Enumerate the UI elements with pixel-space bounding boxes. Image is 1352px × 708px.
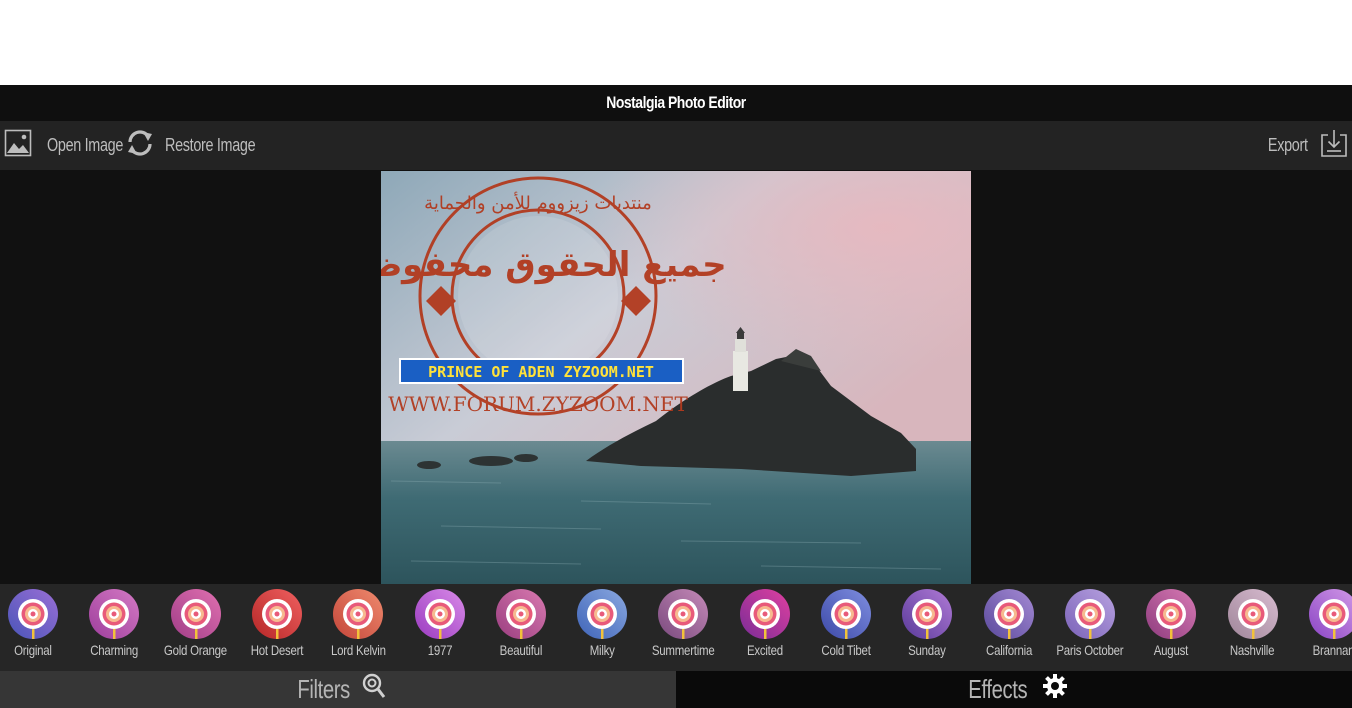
app-title-bar: Nostalgia Photo Editor [0, 85, 1352, 121]
lollipop-icon [414, 589, 465, 639]
stamp-arabic-top: منتديات زيزووم للأمن والحماية [424, 192, 652, 214]
filter-item[interactable]: California [968, 584, 1050, 671]
lollipop-icon [739, 589, 790, 639]
bottom-tabs: Filters Effects [0, 671, 1352, 708]
filter-item[interactable]: Sunday [886, 584, 968, 671]
lollipop-icon [362, 673, 386, 706]
filter-item[interactable]: Nashville [1212, 584, 1294, 671]
toolbar: Open Image Restore Image Export [0, 121, 1352, 170]
canvas-area: جميع الحقوق محفوظة منتديات زيزووم للأمن … [0, 170, 1352, 584]
lollipop-icon [821, 589, 871, 639]
filter-item[interactable]: Milky [561, 584, 643, 671]
lollipop-icon [333, 589, 384, 639]
open-image-button[interactable]: Open Image [4, 121, 142, 170]
download-icon [1320, 128, 1348, 163]
export-button[interactable]: Export [1258, 121, 1348, 170]
filter-label: Summertime [652, 642, 715, 658]
refresh-icon [126, 129, 154, 162]
filter-item[interactable]: Charming [73, 584, 155, 671]
lollipop-icon [495, 589, 546, 639]
filter-label: Brannan [1312, 642, 1352, 658]
filter-label: 1977 [427, 642, 452, 658]
tab-filters-label: Filters [297, 674, 351, 704]
open-image-label: Open Image [47, 135, 124, 155]
filter-label: August [1154, 642, 1189, 658]
tab-effects-label: Effects [968, 674, 1028, 704]
filter-item[interactable]: Original [0, 584, 74, 671]
filter-item[interactable]: Beautiful [480, 584, 562, 671]
gear-icon [1042, 673, 1068, 706]
filter-label: Milky [589, 642, 615, 658]
filter-item[interactable]: Brannan [1293, 584, 1352, 671]
filter-strip: Original Charming Gold Orange Hot Desert Lor… [0, 584, 1352, 671]
photo-scene: جميع الحقوق محفوظة منتديات زيزووم للأمن … [381, 171, 971, 584]
restore-image-label: Restore Image [165, 135, 256, 155]
filter-label: Sunday [908, 642, 947, 658]
filter-item[interactable]: Cold Tibet [805, 584, 887, 671]
filter-label: Paris October [1056, 642, 1124, 658]
lollipop-icon [1146, 589, 1197, 639]
filter-item[interactable]: Gold Orange [155, 584, 237, 671]
stamp-url: WWW.FORUM.ZYZOOM.NET [388, 392, 688, 416]
lollipop-icon [89, 589, 140, 639]
filter-label: Cold Tibet [821, 642, 871, 658]
filter-label: Charming [90, 642, 139, 658]
filter-label: Gold Orange [164, 642, 228, 658]
restore-image-button[interactable]: Restore Image [126, 121, 278, 170]
filter-item[interactable]: Hot Desert [236, 584, 318, 671]
filter-label: Lord Kelvin [330, 642, 386, 658]
lollipop-icon [251, 589, 302, 639]
lollipop-icon [1064, 589, 1115, 639]
lollipop-icon [577, 589, 628, 639]
tab-filters[interactable]: Filters [0, 671, 676, 708]
filter-item[interactable]: Excited [724, 584, 806, 671]
filter-item[interactable]: August [1130, 584, 1212, 671]
filter-label: Original [14, 642, 52, 658]
filter-label: Hot Desert [250, 642, 304, 658]
lollipop-icon [902, 589, 953, 639]
filter-item[interactable]: Paris October [1049, 584, 1131, 671]
filter-label: Nashville [1230, 642, 1275, 658]
lollipop-icon [983, 589, 1034, 639]
lollipop-icon [1227, 589, 1278, 639]
filter-label: Beautiful [499, 642, 543, 658]
filter-item[interactable]: Summertime [642, 584, 724, 671]
lollipop-icon [658, 589, 709, 639]
filter-label: California [985, 642, 1032, 658]
stamp-arabic-center: جميع الحقوق محفوظة [381, 245, 727, 285]
lollipop-icon [8, 589, 58, 639]
image-icon [4, 129, 32, 162]
lollipop-icon [170, 589, 221, 639]
filter-item[interactable]: 1977 [399, 584, 481, 671]
export-label: Export [1268, 135, 1308, 155]
tab-effects[interactable]: Effects [676, 671, 1352, 708]
lollipop-icon [1308, 589, 1352, 639]
filter-label: Excited [746, 642, 783, 658]
filter-item[interactable]: Lord Kelvin [317, 584, 399, 671]
stamp-banner: PRINCE OF ADEN ZYZOOM.NET [428, 363, 654, 381]
app-title: Nostalgia Photo Editor [606, 93, 746, 112]
photo-preview[interactable]: جميع الحقوق محفوظة منتديات زيزووم للأمن … [381, 171, 971, 584]
